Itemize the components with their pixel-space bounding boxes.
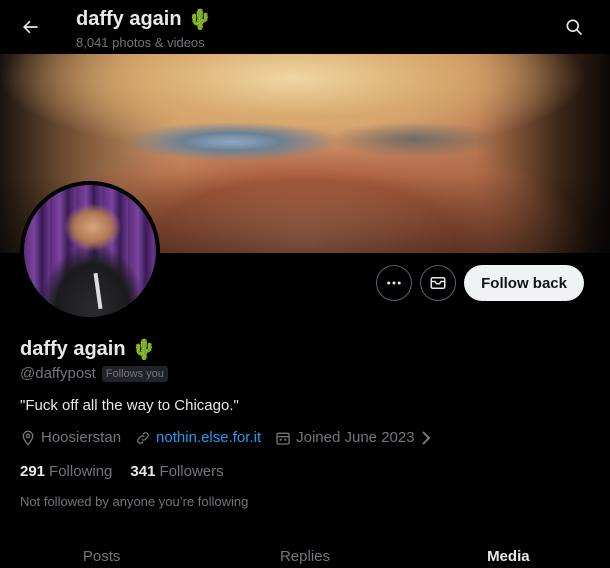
top-bar: daffy again 🌵 8,041 photos & videos <box>0 0 610 54</box>
more-icon <box>387 281 401 285</box>
profile-actions: Follow back <box>376 265 584 301</box>
following-count: 291 <box>20 463 46 480</box>
tab-posts[interactable]: Posts <box>0 536 203 568</box>
profile-meta: Hoosierstan nothin.else.for.it Joined Ju… <box>20 429 446 446</box>
microphone-shape <box>93 272 103 310</box>
website-link[interactable]: nothin.else.for.it <box>156 429 261 446</box>
header-title-group: daffy again 🌵 <box>76 7 212 32</box>
joined-text: Joined June 2023 <box>296 429 415 446</box>
chevron-right-icon[interactable] <box>420 430 432 445</box>
search-icon <box>566 19 583 36</box>
arrow-left-icon <box>23 20 38 34</box>
tab-media[interactable]: Media <box>407 536 610 568</box>
not-followed-text: Not followed by anyone you’re following <box>20 494 249 509</box>
tab-replies[interactable]: Replies <box>203 536 406 568</box>
back-button[interactable] <box>14 11 46 43</box>
follow-stats: 291 Following 341 Followers <box>20 463 224 480</box>
cactus-icon: 🌵 <box>187 9 213 31</box>
handle-row: @daffypost Follows you <box>20 365 168 382</box>
website-item[interactable]: nothin.else.for.it <box>135 429 261 446</box>
link-icon <box>137 431 149 444</box>
header-media-count: 8,041 photos & videos <box>76 35 205 50</box>
location-pin-icon <box>22 430 34 446</box>
following-label: Following <box>49 463 113 480</box>
location-text: Hoosierstan <box>41 429 122 446</box>
followers-link[interactable]: 341 Followers <box>130 463 223 480</box>
envelope-icon <box>430 277 446 289</box>
follow-back-button[interactable]: Follow back <box>464 265 584 301</box>
profile-name: daffy again <box>20 338 126 360</box>
follows-you-badge: Follows you <box>101 365 168 382</box>
profile-bio: "Fuck off all the way to Chicago." <box>20 397 239 414</box>
profile-avatar[interactable] <box>20 181 160 321</box>
location-item: Hoosierstan <box>20 429 121 446</box>
more-options-button[interactable] <box>376 265 413 301</box>
message-button[interactable] <box>420 265 457 301</box>
joined-item: Joined June 2023 <box>275 429 431 446</box>
followers-count: 341 <box>130 463 156 480</box>
search-button[interactable] <box>560 13 588 41</box>
following-link[interactable]: 291 Following <box>20 463 112 480</box>
calendar-icon <box>276 432 290 445</box>
profile-tabs: Posts Replies Media <box>0 536 610 568</box>
followers-label: Followers <box>159 463 224 480</box>
profile-name-group: daffy again 🌵 <box>20 337 156 362</box>
cactus-icon: 🌵 <box>131 339 157 361</box>
profile-handle: @daffypost <box>20 365 96 382</box>
header-title: daffy again <box>76 8 182 30</box>
